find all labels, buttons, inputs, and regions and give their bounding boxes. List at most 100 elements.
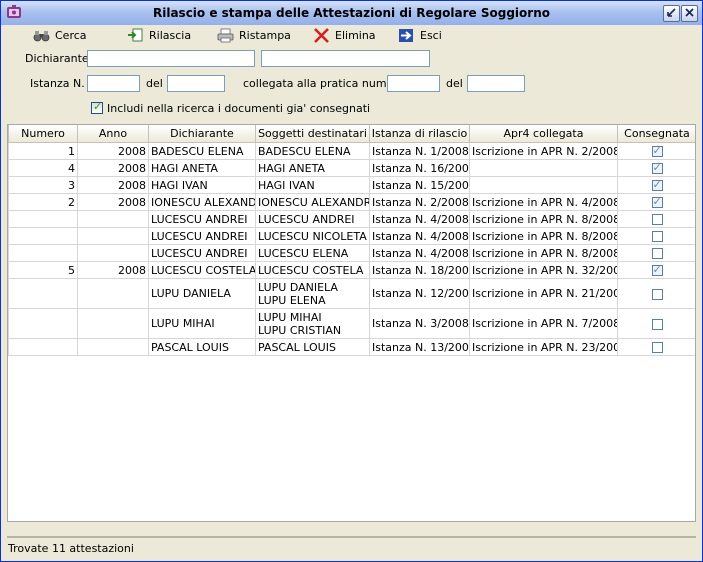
column-header[interactable]: Soggetti destinatari [255, 125, 370, 143]
cell-dichiarante: IONESCU ALEXANDRU [148, 193, 256, 211]
titlebar[interactable]: Rilascio e stampa delle Attestazioni di … [1, 1, 702, 25]
cell-istanza: Istanza N. 4/2008 [369, 210, 470, 228]
soggetto-line: BADESCU ELENA [258, 144, 351, 158]
ristampa-button[interactable]: Ristampa [217, 26, 291, 44]
cell-consegnata [617, 159, 695, 177]
soggetto-line: LUCESCU COSTELA [258, 263, 364, 277]
column-header[interactable]: Consegnata [617, 125, 695, 143]
table-row[interactable]: LUCESCU ANDREI LUCESCU ANDREI Istanza N. 4… [8, 210, 695, 228]
cell-dichiarante: LUPU MIHAI [148, 308, 256, 339]
cell-dichiarante: LUCESCU ANDREI [148, 210, 256, 228]
consegnata-checkbox[interactable] [651, 248, 663, 259]
rilascia-label: Rilascia [149, 28, 192, 42]
consegnata-checkbox[interactable] [651, 318, 663, 330]
table-row[interactable]: LUCESCU ANDREI LUCESCU ELENA Istanza N. 4/… [8, 244, 695, 262]
pratica-del-label: del [446, 77, 463, 90]
table-row[interactable]: LUPU MIHAI LUPU MIHAI LUPU CRISTIAN Istanza… [8, 308, 695, 339]
pratica-del-input[interactable] [467, 75, 525, 92]
cell-soggetti: LUPU DANIELA LUPU ELENA [255, 278, 370, 309]
esci-button[interactable]: Esci [398, 26, 442, 44]
cell-anno [77, 227, 149, 245]
esci-label: Esci [420, 28, 442, 42]
cell-dichiarante: BADESCU ELENA [148, 142, 256, 160]
consegnata-checkbox[interactable] [651, 161, 663, 174]
table-row[interactable]: 5 2008 LUCESCU COSTELA LUCESCU COSTELA Istan… [8, 261, 695, 279]
column-header[interactable]: Numero [8, 125, 78, 143]
cell-soggetti: HAGI ANETA [255, 159, 370, 177]
table-row[interactable]: 22008IONESCU ALEXANDRUIONESCU ALEXANDRUI… [8, 193, 695, 211]
table-row[interactable]: PASCAL LOUIS PASCAL LOUIS Istanza N. 13/20… [8, 338, 695, 356]
cell-apr4: Iscrizione in APR N. 7/2008 [469, 308, 618, 339]
includi-label: Includi nella ricerca i documenti gia' c… [107, 102, 371, 115]
attestazioni-table: Numero Anno Dichiarante Soggetti destinatar… [8, 125, 695, 356]
consegnata-checkbox[interactable] [651, 178, 663, 191]
cell-istanza: Istanza N. 15/2008 [369, 176, 470, 194]
pratica-input[interactable] [387, 75, 440, 92]
cell-numero: 5 [8, 261, 78, 279]
table-row[interactable]: 1 2008 BADESCU ELENA BADESCU ELENA Istanza N… [8, 142, 695, 160]
column-header[interactable]: Istanza di rilascio [369, 125, 470, 143]
cell-anno [77, 278, 149, 309]
printer-icon [217, 28, 234, 42]
close-button[interactable] [681, 5, 698, 22]
cell-anno [77, 244, 149, 262]
consegnata-checkbox[interactable] [651, 263, 663, 276]
cell-dichiarante: LUCESCU ANDREI [148, 244, 256, 262]
consegnata-checkbox[interactable] [651, 231, 663, 242]
cell-numero [8, 278, 78, 309]
main-window: Rilascio e stampa delle Attestazioni di … [0, 0, 703, 562]
consegnata-checkbox[interactable] [651, 195, 663, 208]
table-row[interactable]: 3 2008 HAGI IVAN HAGI IVAN Istanza N. 15/200… [8, 176, 695, 194]
cell-dichiarante: LUCESCU COSTELA [148, 261, 256, 279]
cell-apr4 [469, 176, 618, 194]
window-title: Rilascio e stampa delle Attestazioni di … [152, 6, 550, 20]
table-row[interactable]: LUPU DANIELA LUPU DANIELA LUPU ELENA Istanz… [8, 278, 695, 309]
elimina-button[interactable]: Elimina [313, 26, 376, 44]
cell-consegnata [617, 142, 695, 160]
soggetto-line: HAGI ANETA [258, 161, 325, 175]
istanza-input[interactable] [87, 75, 140, 92]
cell-consegnata [617, 338, 695, 356]
attestazioni-grid[interactable]: Numero Anno Dichiarante Soggetti destinatar… [7, 124, 696, 522]
cell-numero [8, 227, 78, 245]
cell-anno: 2008 [77, 159, 149, 177]
istanza-del-label: del [146, 77, 163, 90]
istanza-label: Istanza N. [30, 77, 85, 90]
cell-soggetti: LUCESCU COSTELA [255, 261, 370, 279]
cell-dichiarante: HAGI IVAN [148, 176, 256, 194]
dichiarante-input[interactable] [87, 50, 255, 67]
cell-dichiarante: LUCESCU ANDREI [148, 227, 256, 245]
table-row[interactable]: 4 2008 HAGI ANETA HAGI ANETA Istanza N. 16/2… [8, 159, 695, 177]
consegnata-checkbox[interactable] [651, 214, 663, 225]
cell-apr4 [469, 159, 618, 177]
istanza-del-input[interactable] [167, 75, 225, 92]
soggetto-line: LUPU ELENA [258, 293, 326, 307]
soggetto-line: HAGI IVAN [258, 178, 315, 192]
cell-istanza: Istanza N. 16/2008 [369, 159, 470, 177]
includi-checkbox[interactable] [91, 100, 103, 114]
cell-istanza: Istanza N. 2/2008 [369, 193, 470, 211]
cell-istanza: Istanza N. 1/2008 [369, 142, 470, 160]
cell-istanza: Istanza N. 4/2008 [369, 244, 470, 262]
cerca-button[interactable]: Cerca [33, 26, 87, 44]
consegnata-checkbox[interactable] [651, 342, 663, 353]
consegnata-checkbox[interactable] [651, 288, 663, 300]
cell-numero [8, 308, 78, 339]
cell-consegnata [617, 176, 695, 194]
rilascia-button[interactable]: Rilascia [127, 26, 191, 44]
column-header[interactable]: Dichiarante [148, 125, 256, 143]
dichiarante-input-2[interactable] [261, 50, 430, 67]
cell-soggetti: LUPU MIHAI LUPU CRISTIAN [255, 308, 370, 339]
cell-consegnata [617, 193, 695, 211]
cell-anno: 2008 [77, 193, 149, 211]
column-header[interactable]: Apr4 collegata [469, 125, 618, 143]
cell-istanza: Istanza N. 18/2008 [369, 261, 470, 279]
table-row[interactable]: LUCESCU ANDREI LUCESCU NICOLETA Istanza N.… [8, 227, 695, 245]
grid-body: 1 2008 BADESCU ELENA BADESCU ELENA Istanza N… [8, 142, 695, 356]
column-header[interactable]: Anno [77, 125, 149, 143]
cell-soggetti: HAGI IVAN [255, 176, 370, 194]
consegnata-checkbox[interactable] [651, 144, 663, 157]
toolbar: Cerca Rilascia Ristampa Elimina Esci [1, 25, 702, 45]
restore-button[interactable] [663, 5, 680, 22]
cell-consegnata [617, 244, 695, 262]
